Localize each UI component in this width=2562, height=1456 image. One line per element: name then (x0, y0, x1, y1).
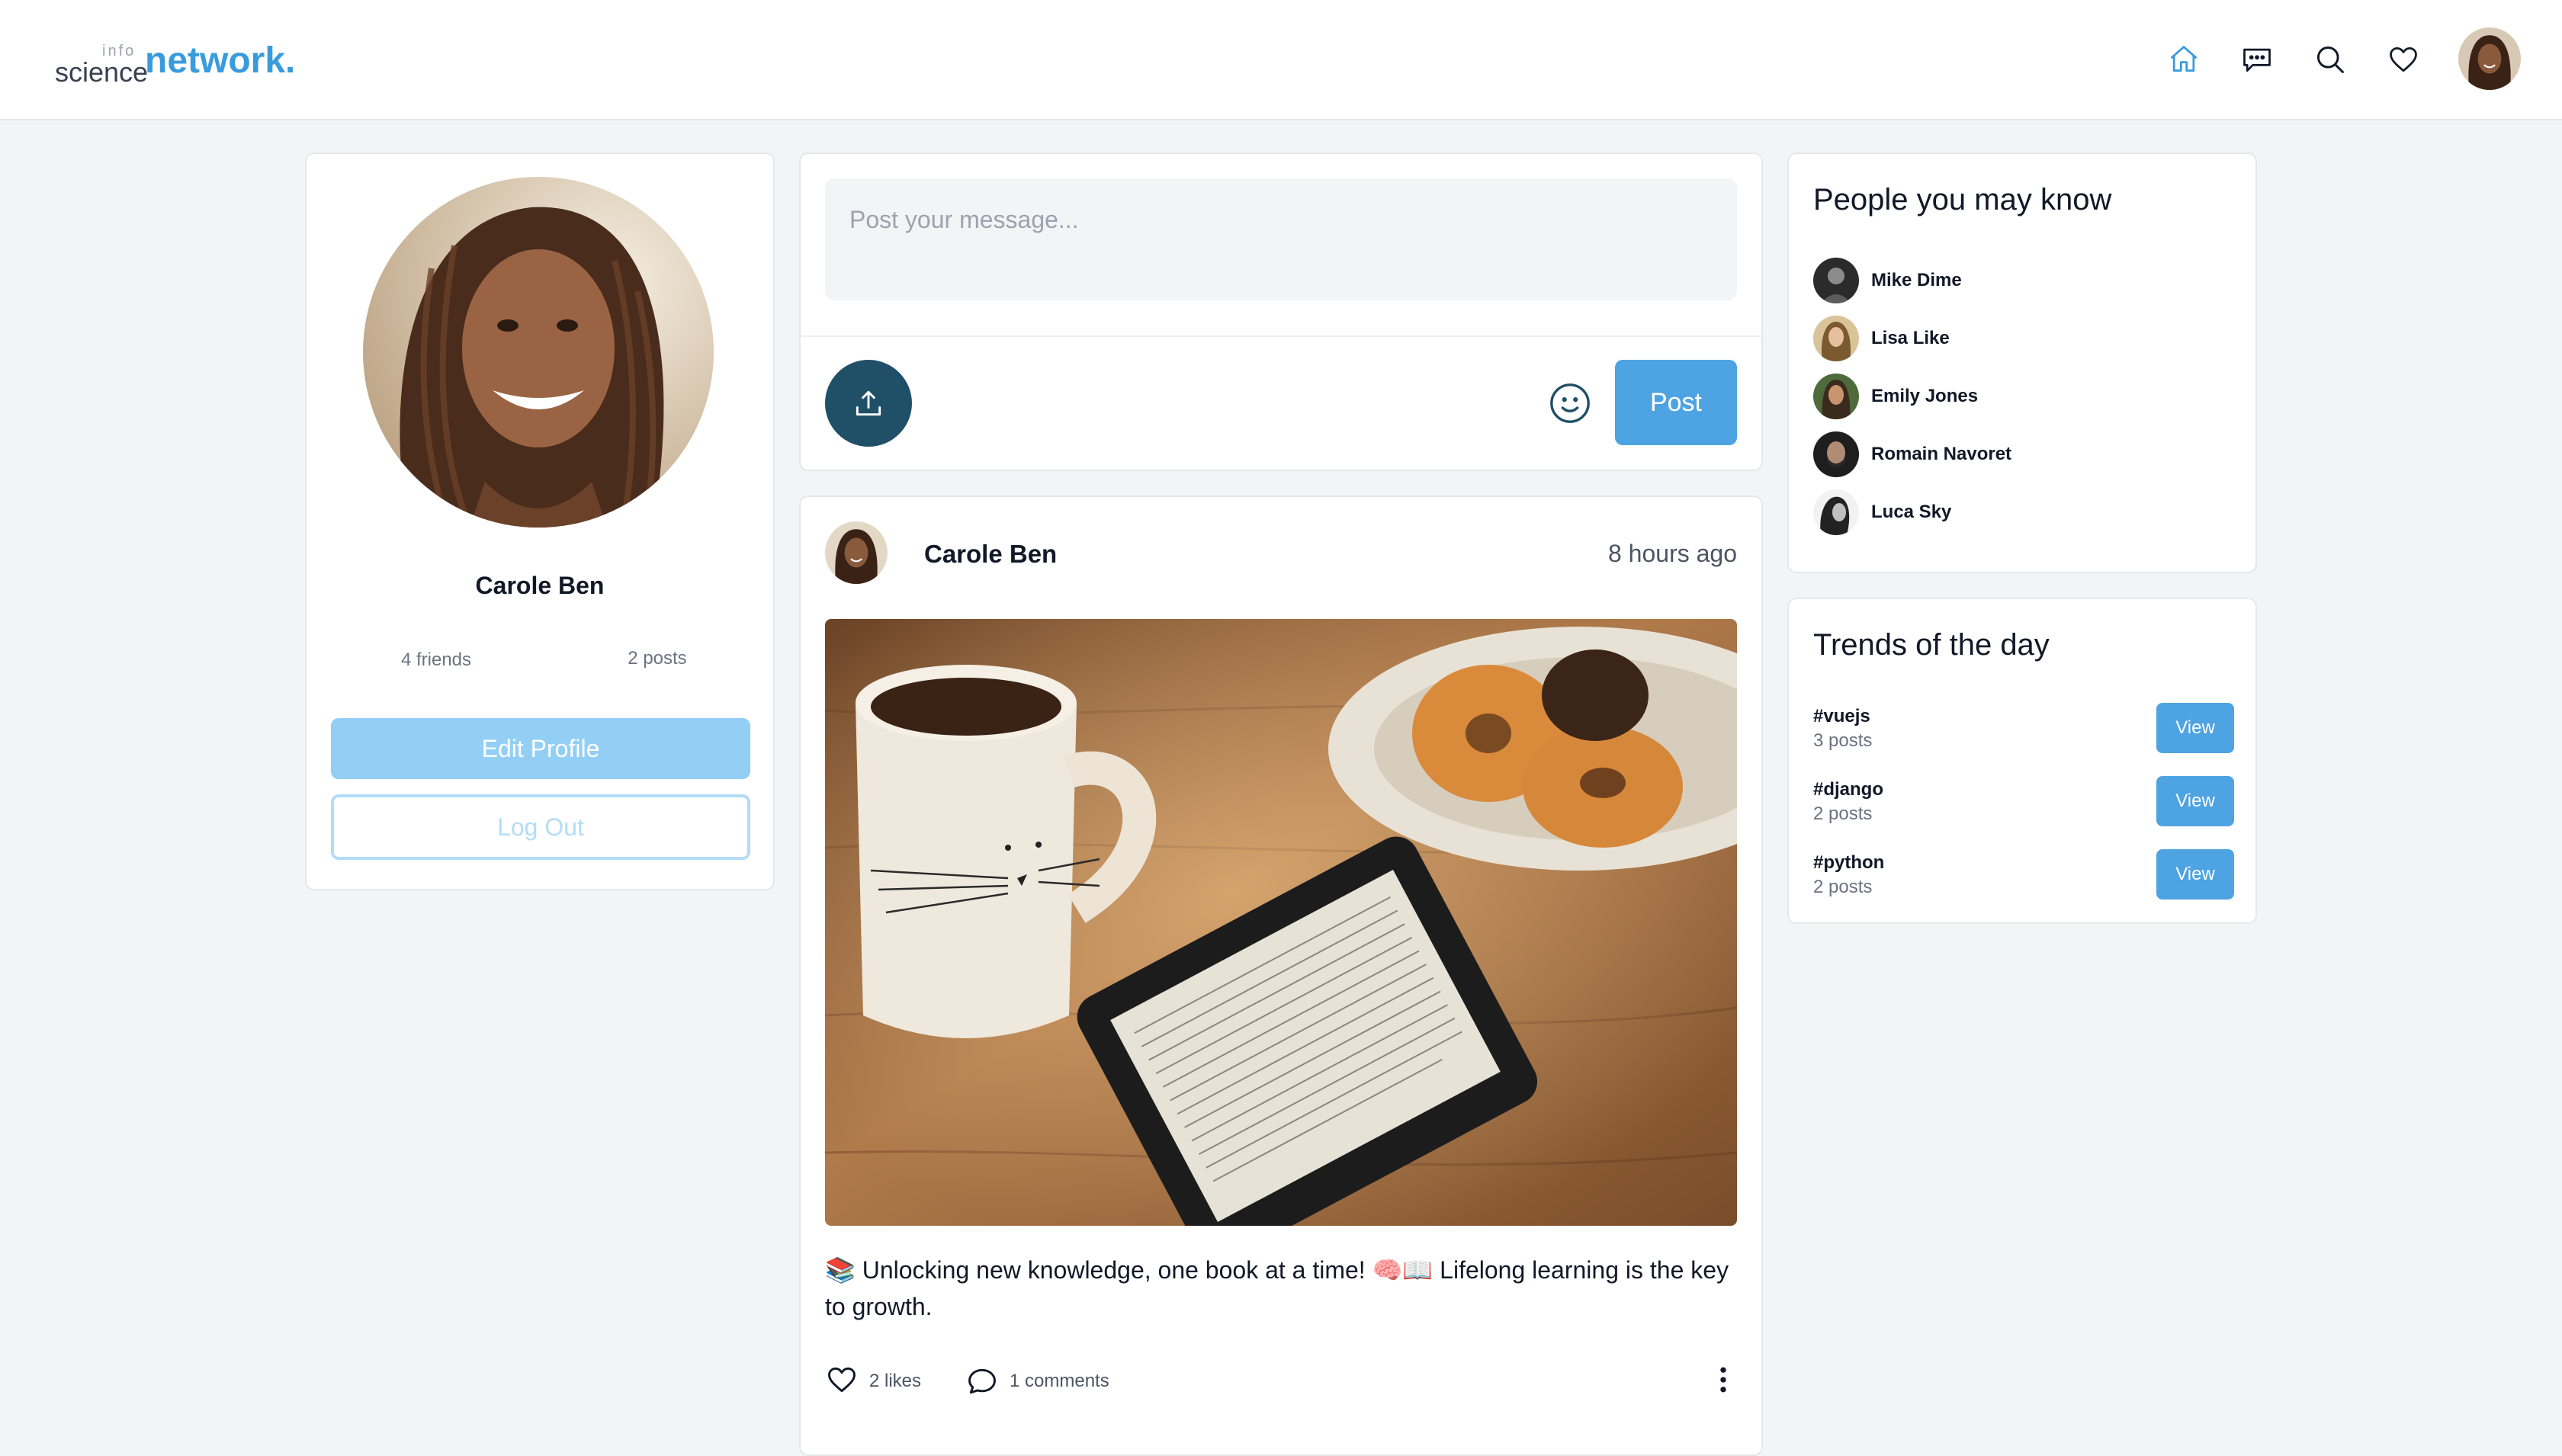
trend-item: #django 2 posts View (1813, 776, 2234, 837)
post-author-name[interactable]: Carole Ben (924, 540, 1057, 569)
person-avatar (1813, 258, 1859, 303)
trends-title: Trends of the day (1813, 628, 2050, 662)
person-name: Romain Navoret (1871, 444, 2012, 464)
chat-icon[interactable] (2239, 41, 2275, 78)
person-avatar (1813, 489, 1859, 535)
search-icon[interactable] (2312, 41, 2348, 78)
person-avatar (1813, 431, 1859, 477)
person-avatar (1813, 316, 1859, 361)
trend-view-button[interactable]: View (2156, 776, 2234, 826)
post-image[interactable] (825, 619, 1737, 1226)
profile-card: Carole Ben 4 friends 2 posts Edit Profil… (305, 152, 775, 890)
trend-tag[interactable]: #python (1813, 852, 1884, 874)
comments-count[interactable]: 1 comments (1010, 1371, 1109, 1392)
profile-name: Carole Ben (475, 572, 605, 599)
profile-photo (363, 177, 714, 528)
trend-post-count: 2 posts (1813, 877, 1873, 897)
comment-icon[interactable] (965, 1365, 999, 1398)
feed-post: Carole Ben 8 hours ago 📚 Unlocking new k… (799, 495, 1763, 1456)
home-icon[interactable] (2166, 41, 2202, 78)
posts-count[interactable]: 2 posts (612, 648, 703, 669)
person-item[interactable]: Emily Jones (1813, 374, 2225, 419)
post-message-input[interactable] (825, 178, 1737, 300)
like-heart-icon[interactable] (825, 1363, 859, 1397)
trend-tag[interactable]: #vuejs (1813, 706, 1870, 727)
trend-view-button[interactable]: View (2156, 703, 2234, 753)
top-navigation-bar: info science network. (0, 0, 2562, 120)
post-button[interactable]: Post (1615, 360, 1737, 445)
post-composer: Post (799, 152, 1763, 471)
friends-count[interactable]: 4 friends (390, 649, 482, 671)
log-out-button[interactable]: Log Out (331, 794, 750, 860)
trend-item: #python 2 posts View (1813, 849, 2234, 910)
logo-science-text: science (55, 56, 149, 88)
user-avatar[interactable] (2458, 27, 2521, 90)
person-item[interactable]: Mike Dime (1813, 258, 2225, 303)
emoji-button[interactable] (1546, 380, 1594, 427)
person-avatar (1813, 374, 1859, 419)
upload-icon (856, 390, 881, 416)
person-item[interactable]: Romain Navoret (1813, 431, 2225, 477)
person-name: Luca Sky (1871, 502, 1952, 522)
more-options-icon[interactable] (1716, 1363, 1731, 1397)
person-item[interactable]: Luca Sky (1813, 489, 2225, 535)
composer-divider (801, 335, 1761, 337)
trends-of-the-day: Trends of the day #vuejs 3 posts View #d… (1787, 598, 2257, 924)
post-text: 📚 Unlocking new knowledge, one book at a… (825, 1256, 1729, 1320)
person-name: Mike Dime (1871, 270, 1962, 290)
logo-network-text: network. (145, 40, 296, 81)
people-title: People you may know (1813, 183, 2112, 216)
likes-count[interactable]: 2 likes (869, 1371, 921, 1392)
person-item[interactable]: Lisa Like (1813, 316, 2225, 361)
people-you-may-know: People you may know Mike Dime Lisa Like … (1787, 152, 2257, 573)
trend-post-count: 2 posts (1813, 803, 1873, 824)
trend-item: #vuejs 3 posts View (1813, 703, 2234, 764)
heart-icon[interactable] (2385, 41, 2422, 78)
trend-tag[interactable]: #django (1813, 779, 1883, 800)
post-actions: 2 likes 1 comments (825, 1363, 1737, 1400)
post-timestamp: 8 hours ago (1607, 540, 1737, 567)
person-name: Lisa Like (1871, 328, 1950, 348)
trend-view-button[interactable]: View (2156, 849, 2234, 900)
upload-button[interactable] (825, 360, 912, 447)
post-author-avatar[interactable] (825, 521, 888, 584)
edit-profile-button[interactable]: Edit Profile (331, 718, 750, 779)
person-name: Emily Jones (1871, 386, 1979, 406)
smiley-icon (1550, 383, 1590, 423)
trend-post-count: 3 posts (1813, 730, 1873, 751)
